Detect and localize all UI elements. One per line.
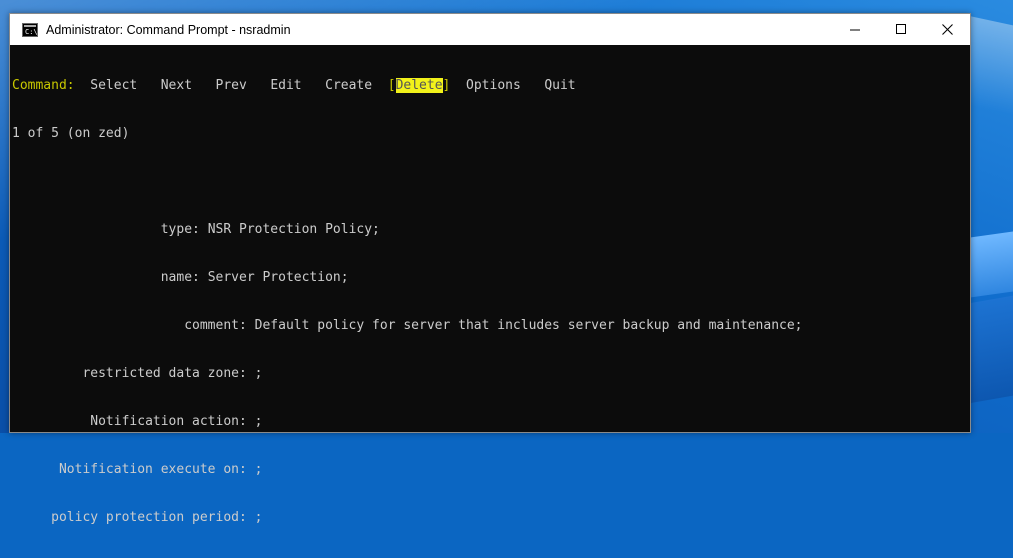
window-title: Administrator: Command Prompt - nsradmin [46,22,291,37]
field-value: NSR Protection Policy; [207,222,380,237]
field-row: policy protection period: ; [12,510,970,526]
cmd-icon[interactable]: C:\ [22,22,38,37]
field-value: ; [254,462,263,477]
field-indent [12,510,51,525]
minimize-button[interactable] [832,14,878,45]
maximize-icon [895,24,906,34]
field-label: type: [160,222,200,237]
menu-item-delete[interactable]: Delete [395,78,443,93]
menu-item-options[interactable]: Options [466,78,521,93]
menu-item-edit[interactable]: Edit [270,78,301,93]
field-indent [12,318,184,333]
window-controls [832,14,970,45]
field-label: comment: [184,318,247,333]
field-indent [12,366,82,381]
menu-command-label: Command: [12,78,75,93]
field-value: ; [254,414,263,429]
field-label: restricted data zone: [82,366,247,381]
menu-item-select[interactable]: Select [90,78,137,93]
field-value: ; [254,510,263,525]
field-row: comment: Default policy for server that … [12,318,970,334]
field-label: Notification action: [90,414,247,429]
menu-item-quit[interactable]: Quit [544,78,575,93]
field-value: Server Protection; [207,270,349,285]
field-indent [12,414,90,429]
command-prompt-window[interactable]: C:\ Administrator: Command Prompt - nsra… [9,13,971,525]
menu-item-create[interactable]: Create [325,78,372,93]
field-indent [12,270,161,285]
field-value: Default policy for server that includes … [254,318,803,333]
field-row: Notification execute on: ; [12,462,970,478]
status-line: 1 of 5 (on zed) [12,126,130,141]
field-row: name: Server Protection; [12,270,970,286]
field-row: type: NSR Protection Policy; [12,222,970,238]
field-value: ; [254,366,263,381]
maximize-button[interactable] [878,14,924,45]
minimize-icon [849,29,860,31]
menu-item-prev[interactable]: Prev [216,78,247,93]
field-label: name: [160,270,200,285]
console-output[interactable]: Command: Select Next Prev Edit Create [D… [12,46,970,525]
field-indent [12,462,59,477]
cmd-icon-label: C:\ [25,27,38,36]
field-label: policy protection period: [51,510,247,525]
menu-item-delete-bracket-close: ] [442,78,451,93]
field-label: Notification execute on: [58,462,247,477]
close-icon [941,24,953,35]
field-label-type [12,222,161,237]
close-button[interactable] [924,14,970,45]
title-bar[interactable]: C:\ Administrator: Command Prompt - nsra… [10,14,970,45]
menu-item-delete-bracket-open: [ [387,78,396,93]
menu-item-next[interactable]: Next [161,78,192,93]
menu-line: Command: Select Next Prev Edit Create [D… [12,78,970,94]
field-row: Notification action: ; [12,414,970,430]
field-row: restricted data zone: ; [12,366,970,382]
